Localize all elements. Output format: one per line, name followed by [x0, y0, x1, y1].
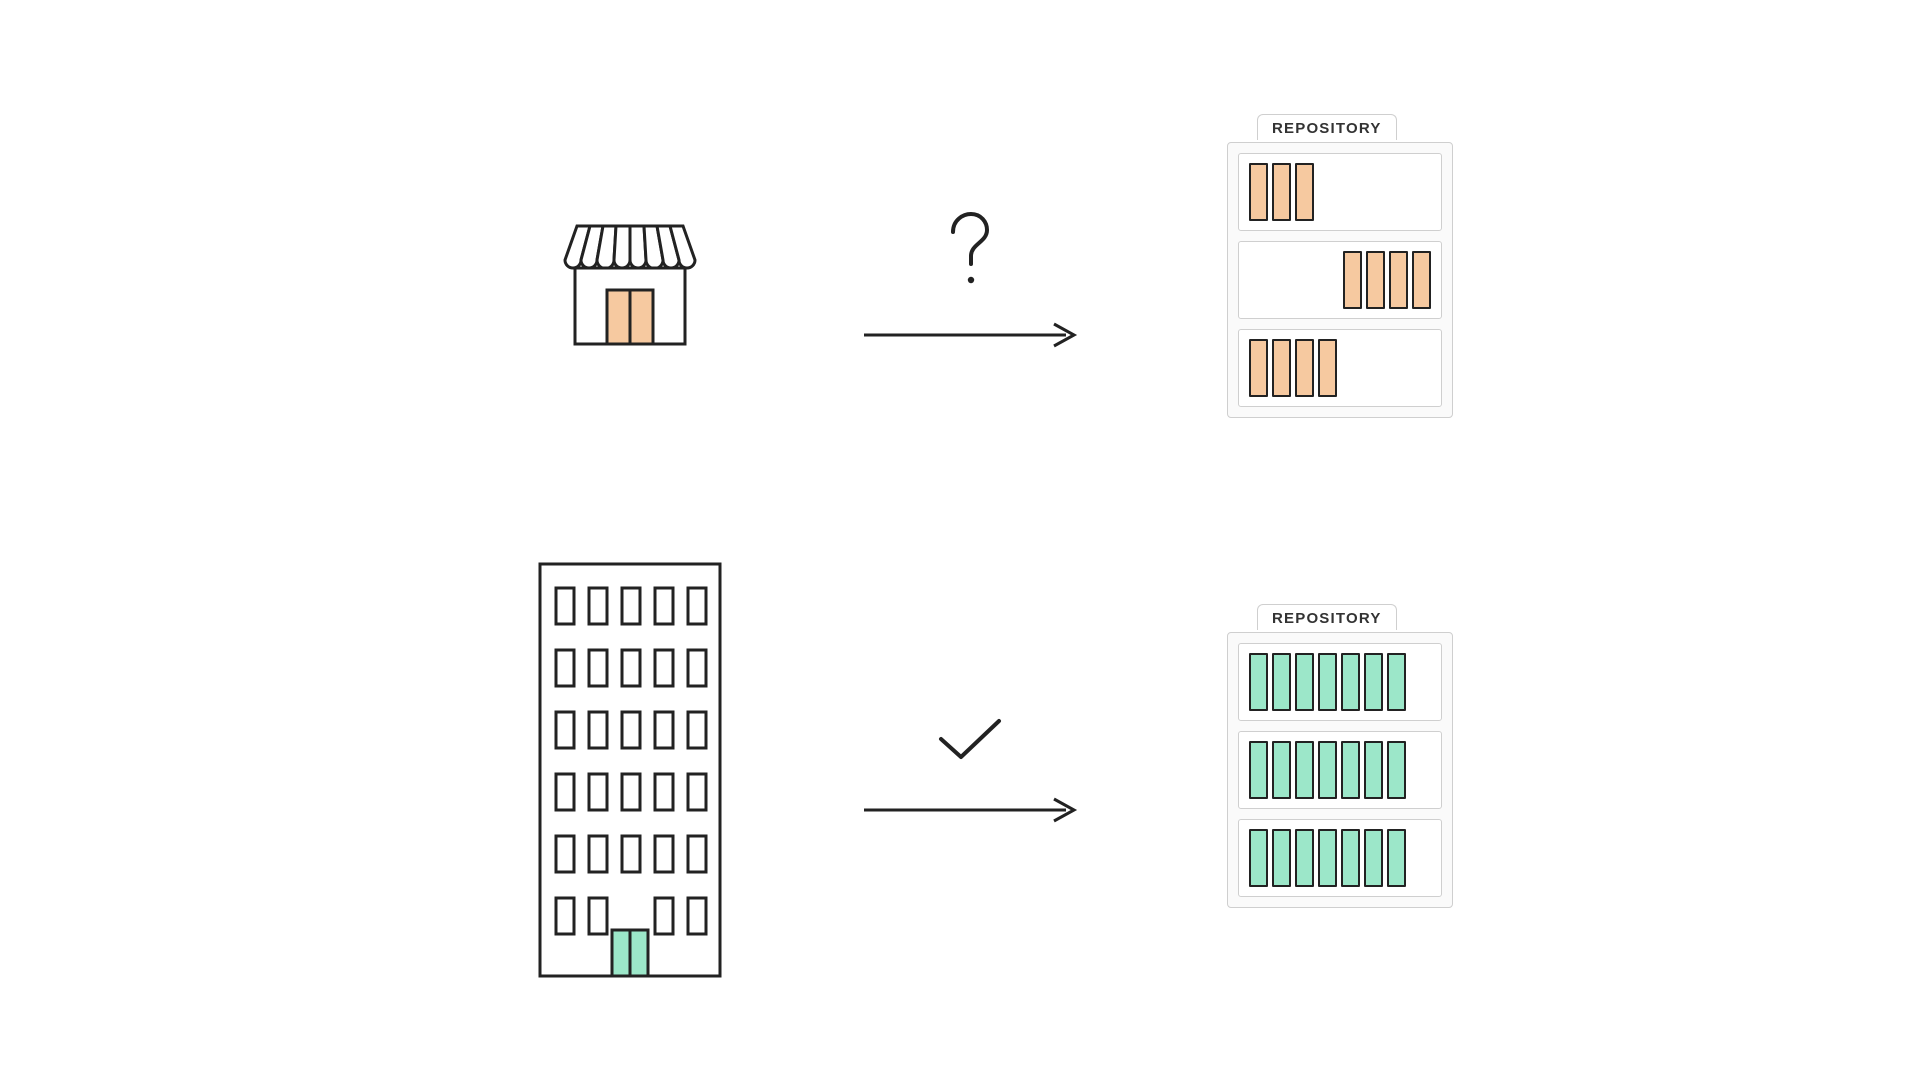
repo-item	[1341, 829, 1360, 887]
repo-item	[1249, 653, 1268, 711]
repo-item	[1389, 251, 1408, 309]
repository-top-slot: REPOSITORY	[1180, 142, 1500, 418]
repo-item	[1249, 829, 1268, 887]
repository-shelf	[1238, 329, 1442, 407]
repository-bottom: REPOSITORY	[1227, 632, 1453, 908]
repo-item	[1318, 653, 1337, 711]
repo-item	[1295, 339, 1314, 397]
repo-item	[1364, 829, 1383, 887]
repository-shelf	[1238, 241, 1442, 319]
repo-item	[1366, 251, 1385, 309]
small-shop-slot	[500, 210, 760, 350]
office-building-slot	[500, 560, 760, 980]
repo-item	[1272, 339, 1291, 397]
repo-item	[1387, 741, 1406, 799]
repo-item	[1318, 339, 1337, 397]
repo-item	[1364, 741, 1383, 799]
repo-item	[1295, 653, 1314, 711]
small-shop-icon	[559, 210, 701, 350]
check-mark-icon	[935, 715, 1005, 765]
repository-shelf	[1238, 819, 1442, 897]
repository-shelf	[1238, 153, 1442, 231]
repository-body-bottom	[1227, 632, 1453, 908]
repo-item	[1343, 251, 1362, 309]
repo-item	[1341, 653, 1360, 711]
repository-label-top: REPOSITORY	[1257, 114, 1397, 140]
arrow-right-icon	[860, 320, 1080, 350]
repo-item	[1272, 829, 1291, 887]
repo-item	[1249, 339, 1268, 397]
repository-shelf	[1238, 643, 1442, 721]
repository-shelf	[1238, 731, 1442, 809]
arrow-right-icon	[860, 795, 1080, 825]
office-building-icon	[530, 560, 730, 980]
repo-item	[1295, 163, 1314, 221]
repo-item	[1295, 741, 1314, 799]
repo-item	[1364, 653, 1383, 711]
diagram-row-bottom: REPOSITORY	[500, 560, 1500, 980]
repository-top: REPOSITORY	[1227, 142, 1453, 418]
repo-item	[1272, 653, 1291, 711]
repo-item	[1249, 163, 1268, 221]
repository-body-top	[1227, 142, 1453, 418]
repository-bottom-slot: REPOSITORY	[1180, 632, 1500, 908]
arrow-slot-bottom	[760, 715, 1180, 825]
repo-item	[1295, 829, 1314, 887]
repo-item	[1249, 741, 1268, 799]
repo-item	[1318, 741, 1337, 799]
repo-item	[1387, 653, 1406, 711]
repo-item	[1318, 829, 1337, 887]
repo-item	[1341, 741, 1360, 799]
arrow-slot-top	[760, 210, 1180, 350]
repo-item	[1272, 741, 1291, 799]
repo-item	[1272, 163, 1291, 221]
question-mark-icon	[945, 210, 995, 290]
repo-item	[1387, 829, 1406, 887]
diagram-row-top: REPOSITORY	[500, 100, 1500, 460]
repository-label-bottom: REPOSITORY	[1257, 604, 1397, 630]
repo-item	[1412, 251, 1431, 309]
